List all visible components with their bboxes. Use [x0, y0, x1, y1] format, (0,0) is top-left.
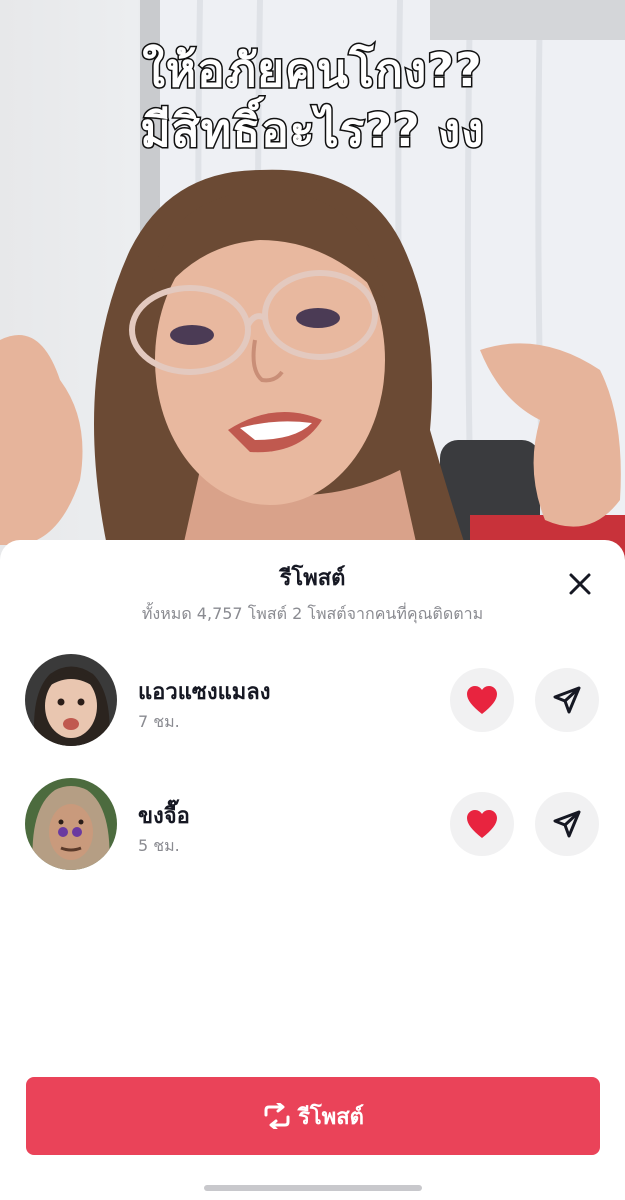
- caption-line: ให้อภัยคนโกง??: [141, 42, 483, 99]
- close-button[interactable]: [560, 568, 600, 600]
- user-time: 5 ชม.: [138, 836, 180, 855]
- sheet-title: รีโพสต์: [279, 566, 346, 591]
- send-button[interactable]: [535, 668, 599, 732]
- like-button[interactable]: [450, 668, 514, 732]
- home-indicator[interactable]: [204, 1185, 422, 1191]
- user-name[interactable]: ขงจื๊อ: [138, 798, 190, 833]
- user-name[interactable]: แอวแซงแมลง: [138, 674, 271, 709]
- user-time: 7 ชม.: [138, 712, 180, 731]
- avatar[interactable]: [25, 778, 117, 870]
- caption-line: มีสิทธิ์อะไร?? งง: [139, 102, 485, 159]
- screen: ให้อภัยคนโกง?? มีสิทธิ์อะไร?? งง รีโพสต์…: [0, 0, 625, 1200]
- heart-icon: [467, 686, 497, 714]
- repost-icon: [264, 1103, 290, 1129]
- send-icon: [553, 810, 581, 838]
- avatar-image: [25, 778, 117, 870]
- repost-user-row[interactable]: ขงจื๊อ 5 ชม.: [0, 778, 625, 874]
- avatar-image: [25, 654, 117, 746]
- like-button[interactable]: [450, 792, 514, 856]
- video-caption: ให้อภัยคนโกง?? มีสิทธิ์อะไร?? งง: [0, 40, 625, 160]
- close-icon: [569, 573, 591, 595]
- repost-sheet: รีโพสต์ ทั้งหมด 4,757 โพสต์ 2 โพสต์จากคน…: [0, 540, 625, 1200]
- heart-icon: [467, 810, 497, 838]
- repost-button[interactable]: รีโพสต์: [26, 1077, 600, 1155]
- repost-user-row[interactable]: แอวแซงแมลง 7 ชม.: [0, 654, 625, 750]
- sheet-subtitle: ทั้งหมด 4,757 โพสต์ 2 โพสต์จากคนที่คุณติ…: [141, 604, 484, 623]
- repost-button-label: รีโพสต์: [298, 1104, 364, 1130]
- send-icon: [553, 686, 581, 714]
- video-background[interactable]: ให้อภัยคนโกง?? มีสิทธิ์อะไร?? งง: [0, 0, 625, 560]
- send-button[interactable]: [535, 792, 599, 856]
- avatar[interactable]: [25, 654, 117, 746]
